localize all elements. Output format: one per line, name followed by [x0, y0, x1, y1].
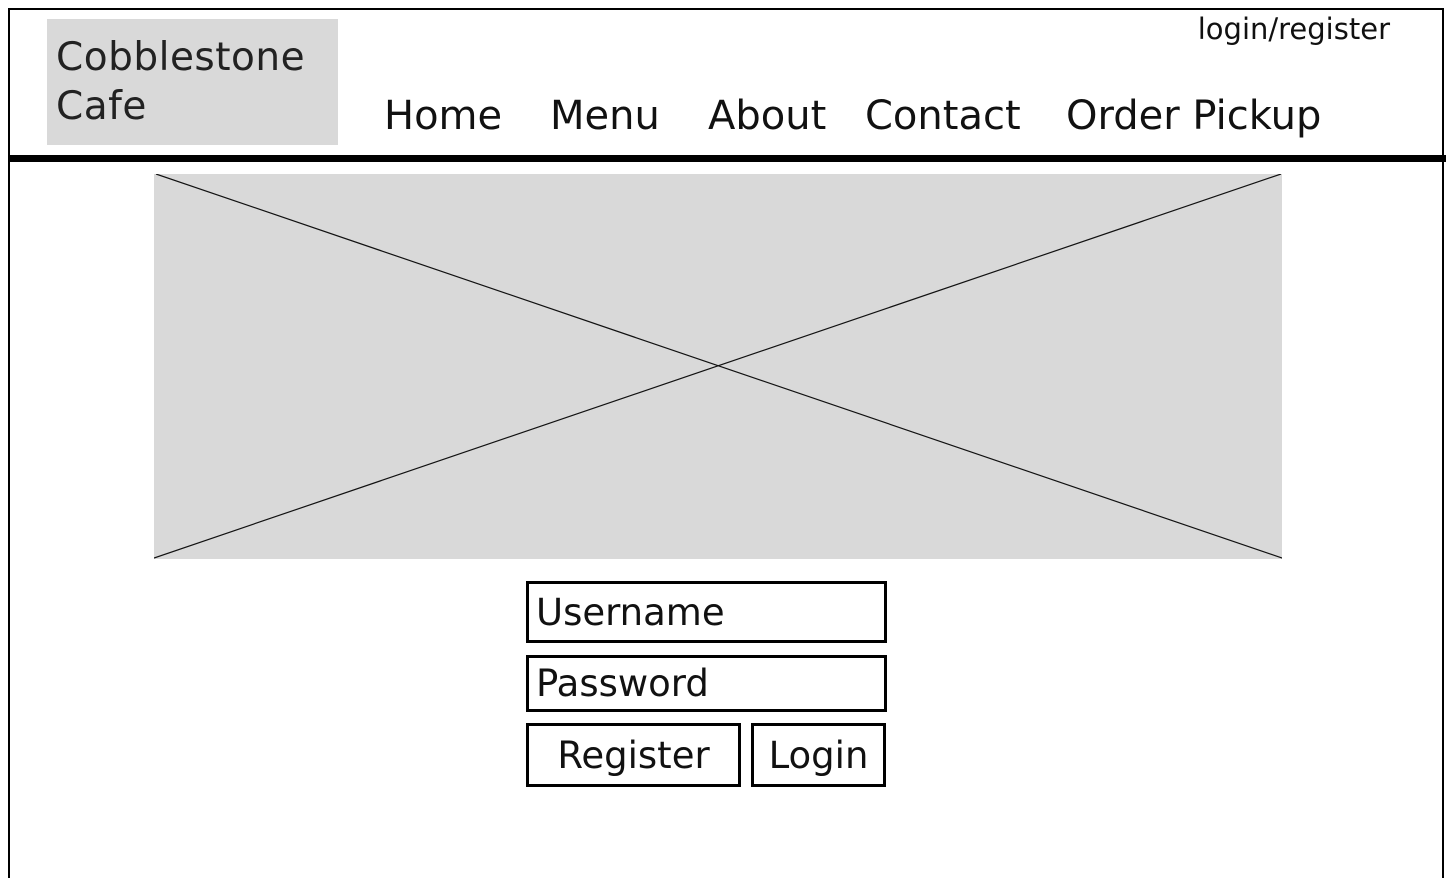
login-register-link[interactable]: login/register: [1198, 12, 1390, 46]
nav-item-menu[interactable]: Menu: [550, 90, 660, 142]
nav-item-home[interactable]: Home: [384, 90, 502, 142]
logo-line-1: Cobblestone: [56, 35, 306, 80]
logo-line-2: Cafe: [56, 84, 147, 129]
nav-item-order-pickup[interactable]: Order Pickup: [1066, 90, 1321, 142]
image-placeholder-icon: [154, 174, 1282, 559]
nav-item-about[interactable]: About: [708, 90, 826, 142]
header-divider: [8, 155, 1446, 162]
hero-image-placeholder: [154, 174, 1282, 559]
nav-item-contact[interactable]: Contact: [865, 90, 1021, 142]
login-button[interactable]: Login: [751, 723, 886, 787]
site-logo[interactable]: Cobblestone Cafe: [47, 19, 338, 145]
register-button[interactable]: Register: [526, 723, 741, 787]
password-input[interactable]: [526, 655, 887, 712]
username-input[interactable]: [526, 581, 887, 643]
